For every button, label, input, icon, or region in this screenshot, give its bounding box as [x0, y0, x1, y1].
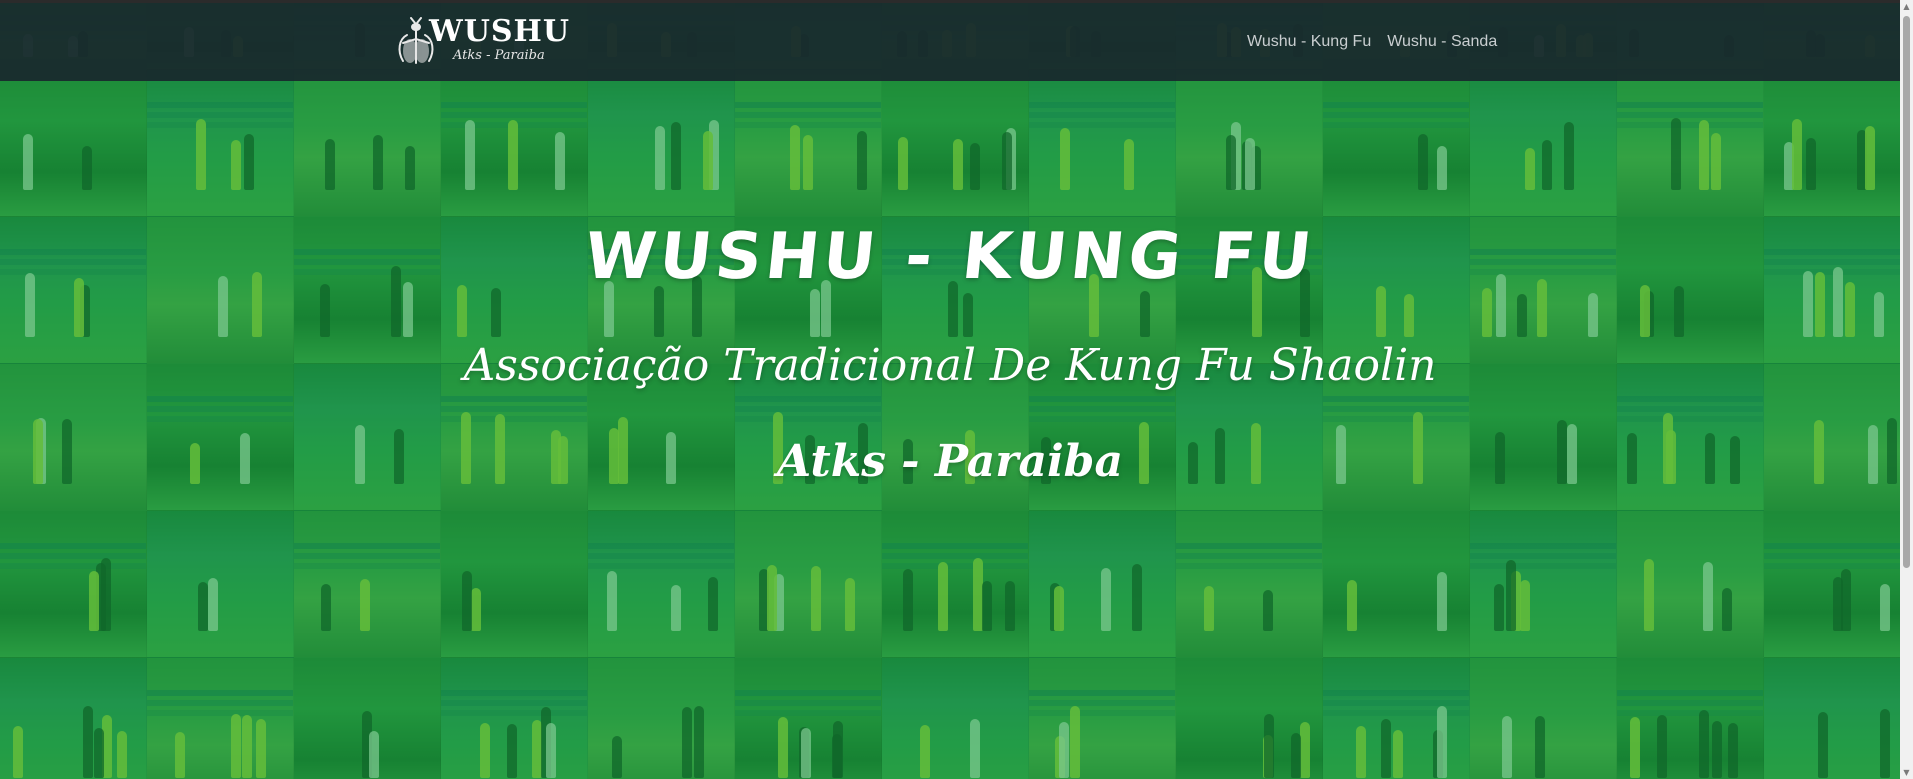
brand-title: WUSHU — [429, 14, 571, 49]
page: WUSHU Atks - Paraiba Wushu - Kung Fu Wus… — [0, 0, 1913, 779]
scrollbar-thumb[interactable] — [1903, 16, 1910, 568]
hero-subtitle-regular: Associação Tradicional De Kung Fu Shaoli… — [463, 340, 1437, 391]
hero-title: WUSHU - KUNG FU — [581, 220, 1319, 294]
nav-link-wushu-kung-fu[interactable]: Wushu - Kung Fu — [1247, 33, 1371, 51]
hero-subtitle-bold: Atks - Paraiba — [777, 436, 1123, 487]
scroll-down-arrow-icon[interactable]: ▼ — [1900, 766, 1913, 779]
navbar: WUSHU Atks - Paraiba Wushu - Kung Fu Wus… — [0, 0, 1900, 81]
scroll-up-arrow-icon[interactable]: ▲ — [1900, 0, 1913, 13]
brand-logo[interactable]: WUSHU Atks - Paraiba — [393, 15, 569, 70]
brand-subtitle: Atks - Paraiba — [453, 48, 545, 63]
hero-subtitle: Associação Tradicional De Kung Fu Shaoli… — [440, 318, 1460, 510]
nav-links: Wushu - Kung Fu Wushu - Sanda — [1247, 33, 1497, 51]
nav-link-wushu-sanda[interactable]: Wushu - Sanda — [1387, 33, 1497, 51]
vertical-scrollbar[interactable]: ▲ ▼ — [1900, 0, 1913, 779]
